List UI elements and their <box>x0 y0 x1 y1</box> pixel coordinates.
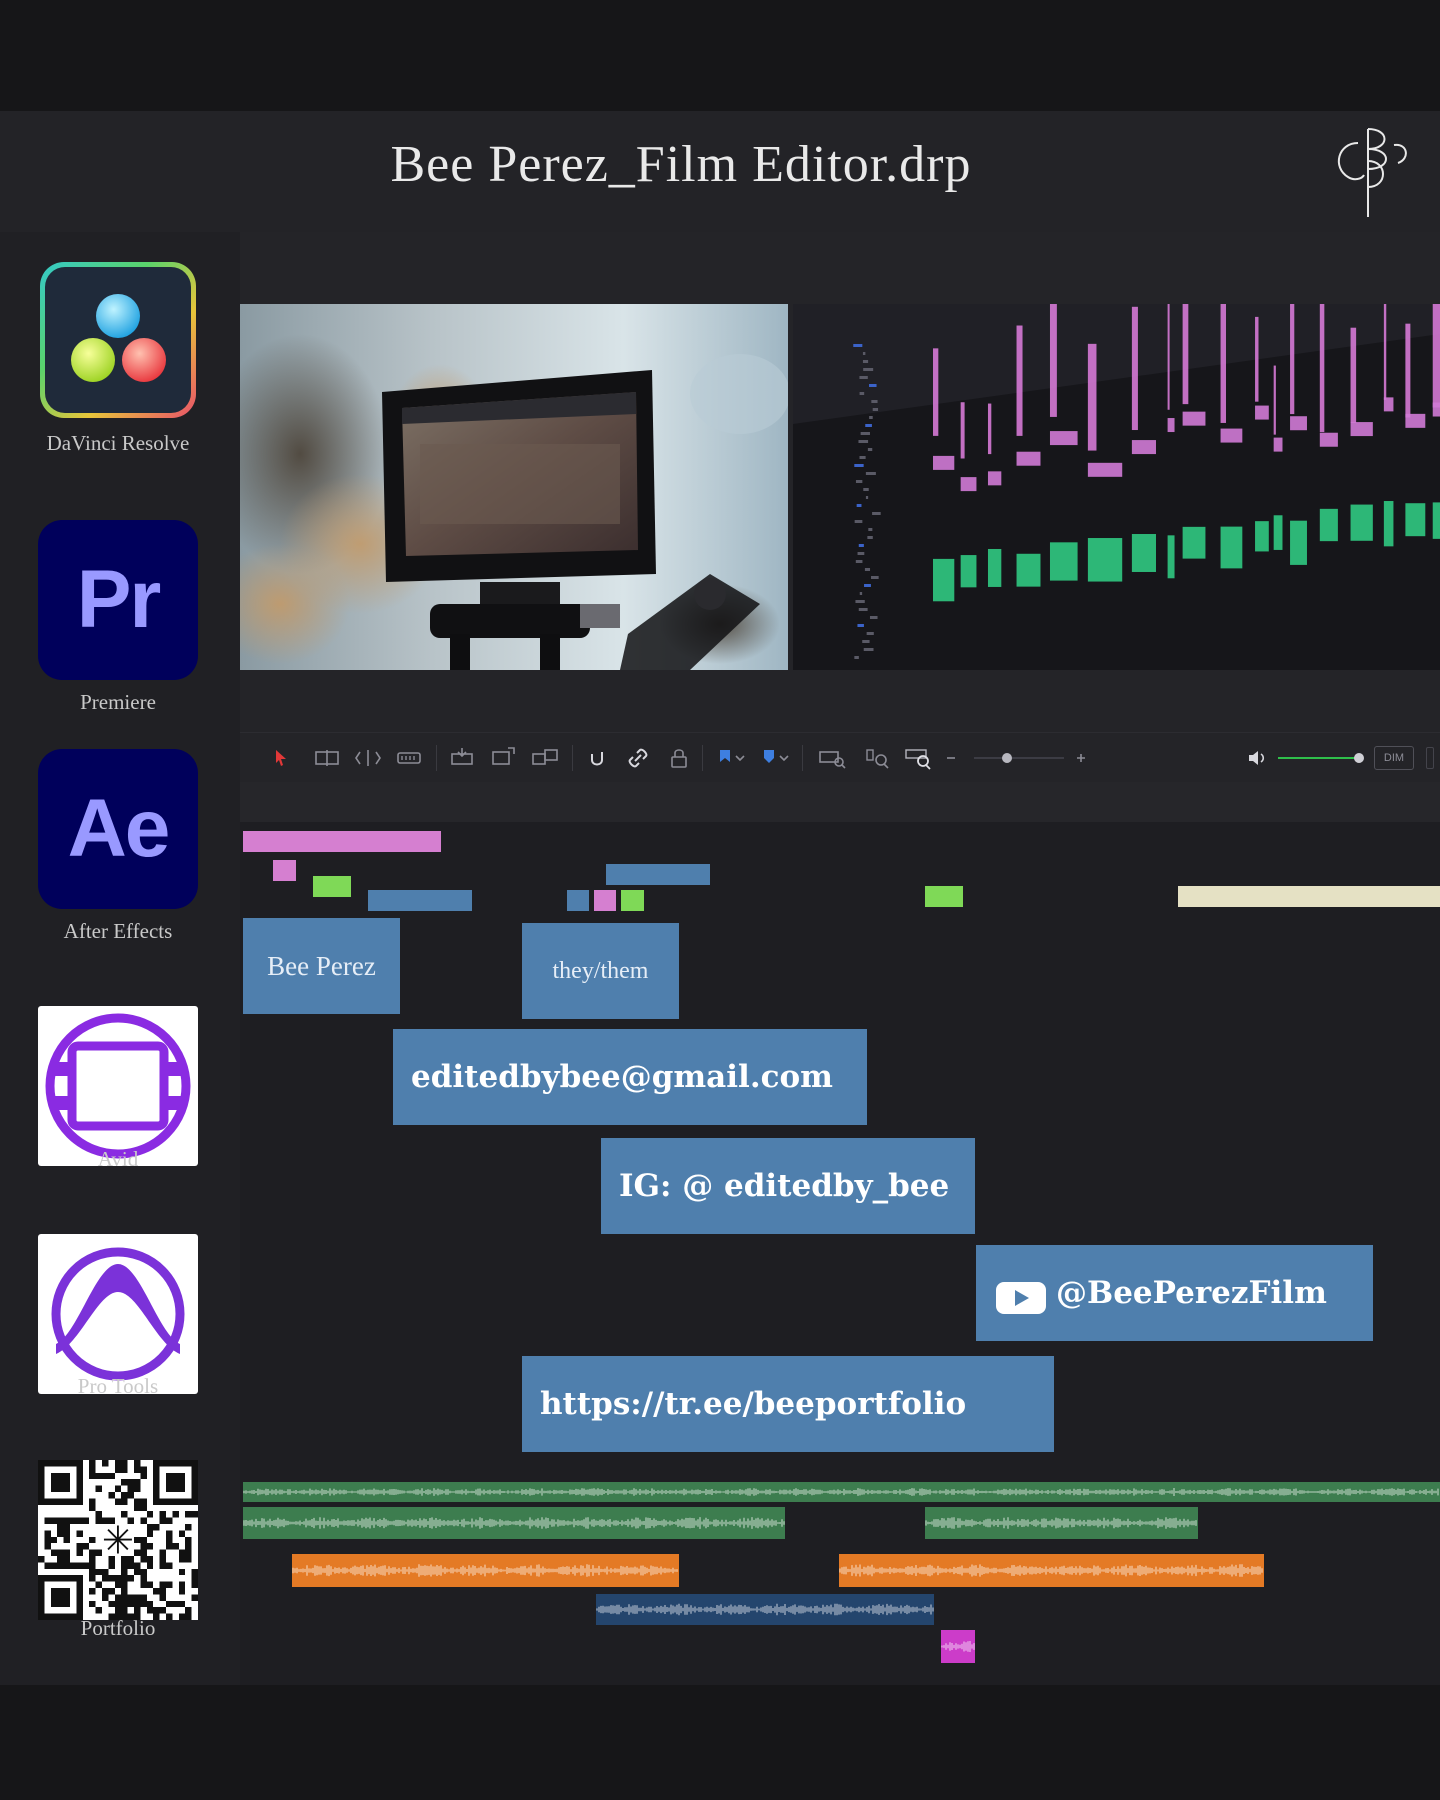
viewer-area <box>240 232 1440 732</box>
blade-tool-icon[interactable] <box>396 746 422 770</box>
zoom-slider-track[interactable] <box>974 757 1064 759</box>
timeline-ruler[interactable] <box>240 782 1440 822</box>
svg-text:✳: ✳ <box>102 1518 134 1563</box>
mixer-toggle[interactable] <box>1426 747 1434 769</box>
timeline-clip[interactable] <box>273 860 296 881</box>
clip-instagram[interactable]: IG: @ editedby_bee <box>601 1138 975 1234</box>
audio-clip[interactable] <box>839 1554 1264 1587</box>
trim-tool-icon[interactable] <box>312 746 342 770</box>
zoom-full-icon[interactable] <box>818 746 848 770</box>
toolbar-divider <box>572 745 573 771</box>
clip-name[interactable]: Bee Perez <box>243 918 400 1014</box>
app-label-avid: Avid <box>97 1147 139 1171</box>
insert-clip-icon[interactable] <box>448 746 476 770</box>
app-label-premiere: Premiere <box>80 690 156 714</box>
volume-slider-handle[interactable] <box>1354 753 1364 763</box>
davinci-resolve-icon[interactable] <box>38 260 198 420</box>
premiere-glyph: Pr <box>76 554 162 645</box>
timeline-clip[interactable] <box>243 831 441 852</box>
clip-link[interactable]: https://tr.ee/beeportfolio <box>522 1356 1054 1452</box>
toolbar-divider <box>802 745 803 771</box>
zoom-detail-icon[interactable] <box>864 746 892 770</box>
after-effects-glyph: Ae <box>67 783 171 874</box>
toolbar-divider <box>702 745 703 771</box>
clip-pronouns[interactable]: they/them <box>522 923 679 1019</box>
volume-slider-track[interactable] <box>1278 757 1360 759</box>
title-bar: Bee Perez_Film Editor.drp <box>0 111 1440 232</box>
audio-clip[interactable] <box>243 1482 1440 1502</box>
youtube-icon <box>996 1282 1046 1314</box>
audio-clip[interactable] <box>941 1630 975 1663</box>
audio-clip[interactable] <box>596 1594 934 1625</box>
clip-pronouns-text: they/them <box>552 957 649 984</box>
overwrite-clip-icon[interactable] <box>490 746 516 770</box>
timeline-clip[interactable] <box>313 876 351 897</box>
timeline-clip[interactable] <box>594 890 616 911</box>
audio-clip[interactable] <box>292 1554 679 1587</box>
edit-toolbar: DIM <box>240 732 1440 782</box>
timeline-photo-image <box>793 304 1440 670</box>
qr-code-icon[interactable]: ✳ <box>38 1460 198 1620</box>
editor-workspace: DIM Bee Perez they/them editedbybee@gmai… <box>240 232 1440 1685</box>
zoom-custom-icon[interactable] <box>904 746 934 770</box>
position-lock-icon[interactable] <box>668 746 690 770</box>
timeline-clip[interactable] <box>368 890 472 911</box>
toolbar-divider <box>436 745 437 771</box>
clip-email[interactable]: editedbybee@gmail.com <box>393 1029 867 1125</box>
app-sidebar: DaVinci Resolve Pr Premiere Ae After Eff… <box>0 232 240 1685</box>
clip-youtube-text: @BeePerezFilm <box>1056 1275 1327 1311</box>
project-title: Bee Perez_Film Editor.drp <box>390 136 972 193</box>
replace-clip-icon[interactable] <box>530 746 560 770</box>
app-label-after-effects: After Effects <box>63 919 173 943</box>
avid-icon[interactable] <box>38 1006 198 1166</box>
clip-link-text: https://tr.ee/beeportfolio <box>540 1386 967 1422</box>
zoom-out-icon[interactable] <box>944 746 958 770</box>
audio-clip[interactable] <box>925 1507 1198 1539</box>
clip-youtube[interactable]: @BeePerezFilm <box>976 1245 1373 1341</box>
flag-icon[interactable] <box>716 746 748 770</box>
timeline-clip[interactable] <box>621 890 644 911</box>
app-label-davinci: DaVinci Resolve <box>46 431 190 455</box>
timeline-clip[interactable] <box>606 864 710 885</box>
linked-selection-icon[interactable] <box>626 746 650 770</box>
timeline-clip[interactable] <box>925 886 963 907</box>
clip-name-text: Bee Perez <box>267 950 376 981</box>
zoom-in-icon[interactable] <box>1074 746 1088 770</box>
app-label-pro-tools: Pro Tools <box>77 1374 159 1398</box>
dim-button[interactable]: DIM <box>1374 746 1414 770</box>
app-label-portfolio: Portfolio <box>80 1616 156 1640</box>
marker-icon[interactable] <box>760 746 792 770</box>
premiere-icon[interactable]: Pr <box>38 520 198 680</box>
pro-tools-icon[interactable] <box>38 1234 198 1394</box>
timeline-tracks: Bee Perez they/them editedbybee@gmail.co… <box>240 822 1440 1685</box>
timeline-clip[interactable] <box>567 890 589 911</box>
snapping-icon[interactable] <box>586 746 610 770</box>
source-viewer-camera-image <box>240 304 788 670</box>
bp-monogram-logo <box>1318 119 1418 224</box>
after-effects-icon[interactable]: Ae <box>38 749 198 909</box>
audio-clip[interactable] <box>243 1507 785 1539</box>
clip-email-text: editedbybee@gmail.com <box>411 1059 833 1095</box>
timeline-clip[interactable] <box>1178 886 1440 907</box>
dynamic-trim-icon[interactable] <box>354 746 382 770</box>
zoom-slider-handle[interactable] <box>1002 753 1012 763</box>
clip-instagram-text: IG: @ editedby_bee <box>619 1168 950 1204</box>
volume-icon[interactable] <box>1246 746 1268 770</box>
selection-tool-icon[interactable] <box>272 746 290 770</box>
